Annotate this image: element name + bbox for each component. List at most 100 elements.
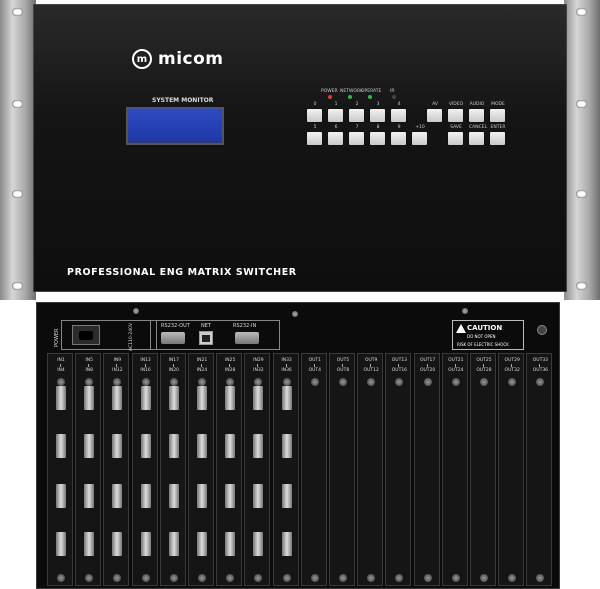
dvi-port[interactable]	[84, 484, 95, 508]
key-6-button[interactable]	[328, 132, 343, 145]
screw-icon	[451, 378, 460, 386]
dvi-port[interactable]	[112, 434, 123, 458]
input-card-first-label: IN13	[140, 358, 151, 363]
key-label-1: 1	[334, 102, 338, 107]
dvi-port[interactable]	[84, 532, 95, 556]
screw-icon	[292, 311, 298, 317]
input-card-last-label: IN8	[85, 368, 93, 373]
screw-icon	[141, 378, 150, 386]
key-2-button[interactable]	[349, 109, 364, 122]
warning-triangle-icon	[456, 324, 466, 333]
input-card-first-label: IN5	[85, 358, 93, 363]
network-led-icon	[348, 95, 352, 99]
range-divider	[229, 364, 231, 367]
input-card-last-label: IN28	[224, 368, 236, 373]
screw-icon	[395, 378, 404, 386]
dvi-port[interactable]	[112, 386, 123, 410]
dvi-port[interactable]	[140, 386, 151, 410]
input-card-first-label: IN9	[113, 358, 122, 363]
key-8-button[interactable]	[370, 132, 385, 145]
output-card-first-label: OUT29	[504, 358, 520, 363]
front-panel: m micom SYSTEM MONITOR POWER NETWORK OPE…	[33, 4, 567, 292]
dvi-port[interactable]	[56, 532, 66, 556]
av-button[interactable]	[427, 109, 442, 122]
dvi-port[interactable]	[253, 386, 264, 410]
power-inlet-socket[interactable]	[72, 325, 100, 345]
dvi-port[interactable]	[253, 434, 264, 458]
dvi-port[interactable]	[168, 532, 179, 556]
range-divider	[483, 364, 484, 367]
rack-hole	[12, 100, 23, 108]
screw-icon	[367, 378, 376, 386]
input-card-last-label: IN24	[196, 368, 208, 373]
dvi-port[interactable]	[197, 532, 207, 556]
dvi-port[interactable]	[84, 434, 95, 458]
key-3-button[interactable]	[370, 109, 385, 122]
ground-terminal-icon[interactable]	[537, 325, 547, 335]
dvi-port[interactable]	[225, 532, 236, 556]
screw-icon	[462, 308, 468, 314]
dvi-port[interactable]	[112, 532, 123, 556]
dvi-port[interactable]	[197, 484, 207, 508]
key-5-button[interactable]	[307, 132, 322, 145]
caution-label: CAUTION DO NOT OPEN RISK OF ELECTRIC SHO…	[452, 320, 524, 350]
voltage-label: AC110-240V	[129, 322, 134, 351]
dvi-port[interactable]	[253, 532, 264, 556]
dvi-port[interactable]	[225, 434, 236, 458]
dvi-port[interactable]	[84, 386, 95, 410]
input-card-last-label: IN12	[112, 368, 123, 373]
screw-icon	[423, 378, 432, 386]
output-card-slot: OUT29 OUT32	[498, 353, 525, 586]
dvi-port[interactable]	[140, 434, 151, 458]
dvi-port[interactable]	[253, 484, 264, 508]
audio-button[interactable]	[469, 109, 484, 122]
net-label: NET	[201, 323, 211, 329]
video-button[interactable]	[448, 109, 463, 122]
output-card-slot: OUT25 OUT28	[470, 353, 496, 586]
dvi-port[interactable]	[56, 484, 66, 508]
save-button[interactable]	[448, 132, 463, 145]
dvi-port[interactable]	[56, 434, 66, 458]
dvi-port[interactable]	[281, 386, 292, 410]
output-card-last-label: OUT4	[308, 368, 322, 373]
dvi-port[interactable]	[168, 484, 179, 508]
dvi-port[interactable]	[168, 386, 179, 410]
key-label-audio: AUDIO	[469, 102, 485, 107]
dvi-port[interactable]	[197, 434, 207, 458]
screw-icon	[113, 378, 122, 386]
front-panel-title: PROFESSIONAL ENG MATRIX SWITCHER	[67, 267, 297, 278]
output-card-first-label: OUT13	[391, 358, 408, 363]
dvi-port[interactable]	[168, 434, 179, 458]
dvi-port[interactable]	[140, 484, 151, 508]
rs232-out-port[interactable]	[161, 332, 185, 344]
dvi-port[interactable]	[56, 386, 66, 410]
key-9-button[interactable]	[391, 132, 406, 145]
dvi-port[interactable]	[281, 434, 292, 458]
dvi-port[interactable]	[140, 532, 151, 556]
rs232-in-port[interactable]	[235, 332, 259, 344]
dvi-port[interactable]	[197, 386, 207, 410]
dvi-port[interactable]	[281, 532, 292, 556]
mode-button[interactable]	[490, 109, 505, 122]
cancel-button[interactable]	[469, 132, 484, 145]
output-card-first-label: OUT9	[364, 358, 378, 363]
dvi-port[interactable]	[281, 484, 292, 508]
key-7-button[interactable]	[349, 132, 364, 145]
key-1-button[interactable]	[328, 109, 343, 122]
output-card-slot: OUT33 OUT36	[526, 353, 553, 586]
rack-hole	[576, 100, 587, 108]
enter-button[interactable]	[490, 132, 505, 145]
output-card-last-label: OUT8	[336, 368, 350, 373]
dvi-port[interactable]	[225, 386, 236, 410]
output-card-first-label: OUT1	[308, 358, 322, 363]
dvi-port[interactable]	[225, 484, 236, 508]
range-divider	[144, 364, 146, 367]
key-label-4: 4	[397, 102, 401, 107]
ir-led-icon	[392, 95, 396, 99]
key-4-button[interactable]	[391, 109, 406, 122]
input-card-first-label: IN25	[224, 358, 236, 363]
key-plus10-button[interactable]	[412, 132, 427, 145]
dvi-port[interactable]	[112, 484, 123, 508]
net-port[interactable]	[199, 331, 213, 345]
key-0-button[interactable]	[307, 109, 322, 122]
